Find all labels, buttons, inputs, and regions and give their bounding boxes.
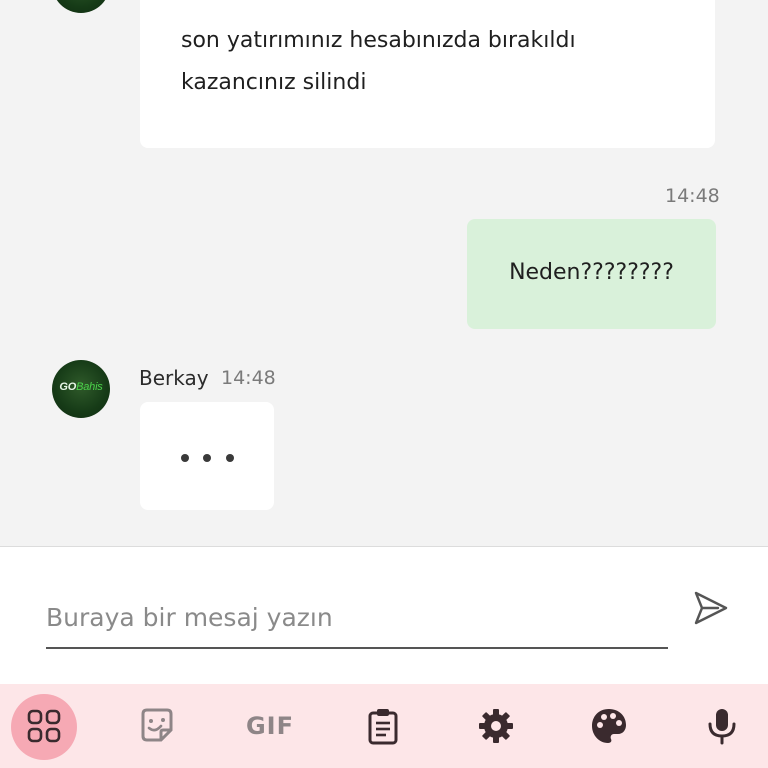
sticker-button[interactable] [121,684,193,768]
send-button[interactable] [688,586,732,630]
gif-icon: GIF [245,712,295,740]
palette-icon [592,709,626,743]
message-text: Neden???????? [509,260,674,285]
apps-grid-icon [27,709,61,743]
send-icon [694,591,728,625]
sender-avatar[interactable] [52,0,110,13]
sticker-icon [141,708,173,742]
clipboard-button[interactable] [347,684,419,768]
message-composer [0,546,768,685]
chat-area: son yatırımınız hesabınızda bırakıldı ka… [0,0,768,546]
clipboard-icon [368,709,398,745]
typing-indicator-bubble [140,402,274,510]
typing-dot [181,454,189,462]
apps-button[interactable] [8,684,80,768]
message-timestamp: 14:48 [665,185,720,207]
typing-dot [203,454,211,462]
settings-gear-icon [479,709,513,743]
keyboard-toolbar: GIF [0,684,768,768]
voice-input-button[interactable] [686,684,758,768]
typing-dot [226,454,234,462]
sender-name: Berkay [139,366,209,390]
theme-button[interactable] [573,684,645,768]
microphone-icon [708,709,736,745]
avatar-logo: GOBahis [59,381,103,393]
outgoing-message-bubble[interactable]: Neden???????? [467,219,716,329]
message-text-line: kazancınız silindi [181,70,367,95]
message-input[interactable] [46,587,668,649]
settings-button[interactable] [460,684,532,768]
message-timestamp: 14:48 [221,367,276,389]
gif-button[interactable]: GIF [234,684,306,768]
incoming-message-bubble[interactable]: son yatırımınız hesabınızda bırakıldı ka… [140,0,715,148]
message-text-line: son yatırımınız hesabınızda bırakıldı [181,28,576,53]
sender-avatar[interactable]: GOBahis [52,360,110,418]
